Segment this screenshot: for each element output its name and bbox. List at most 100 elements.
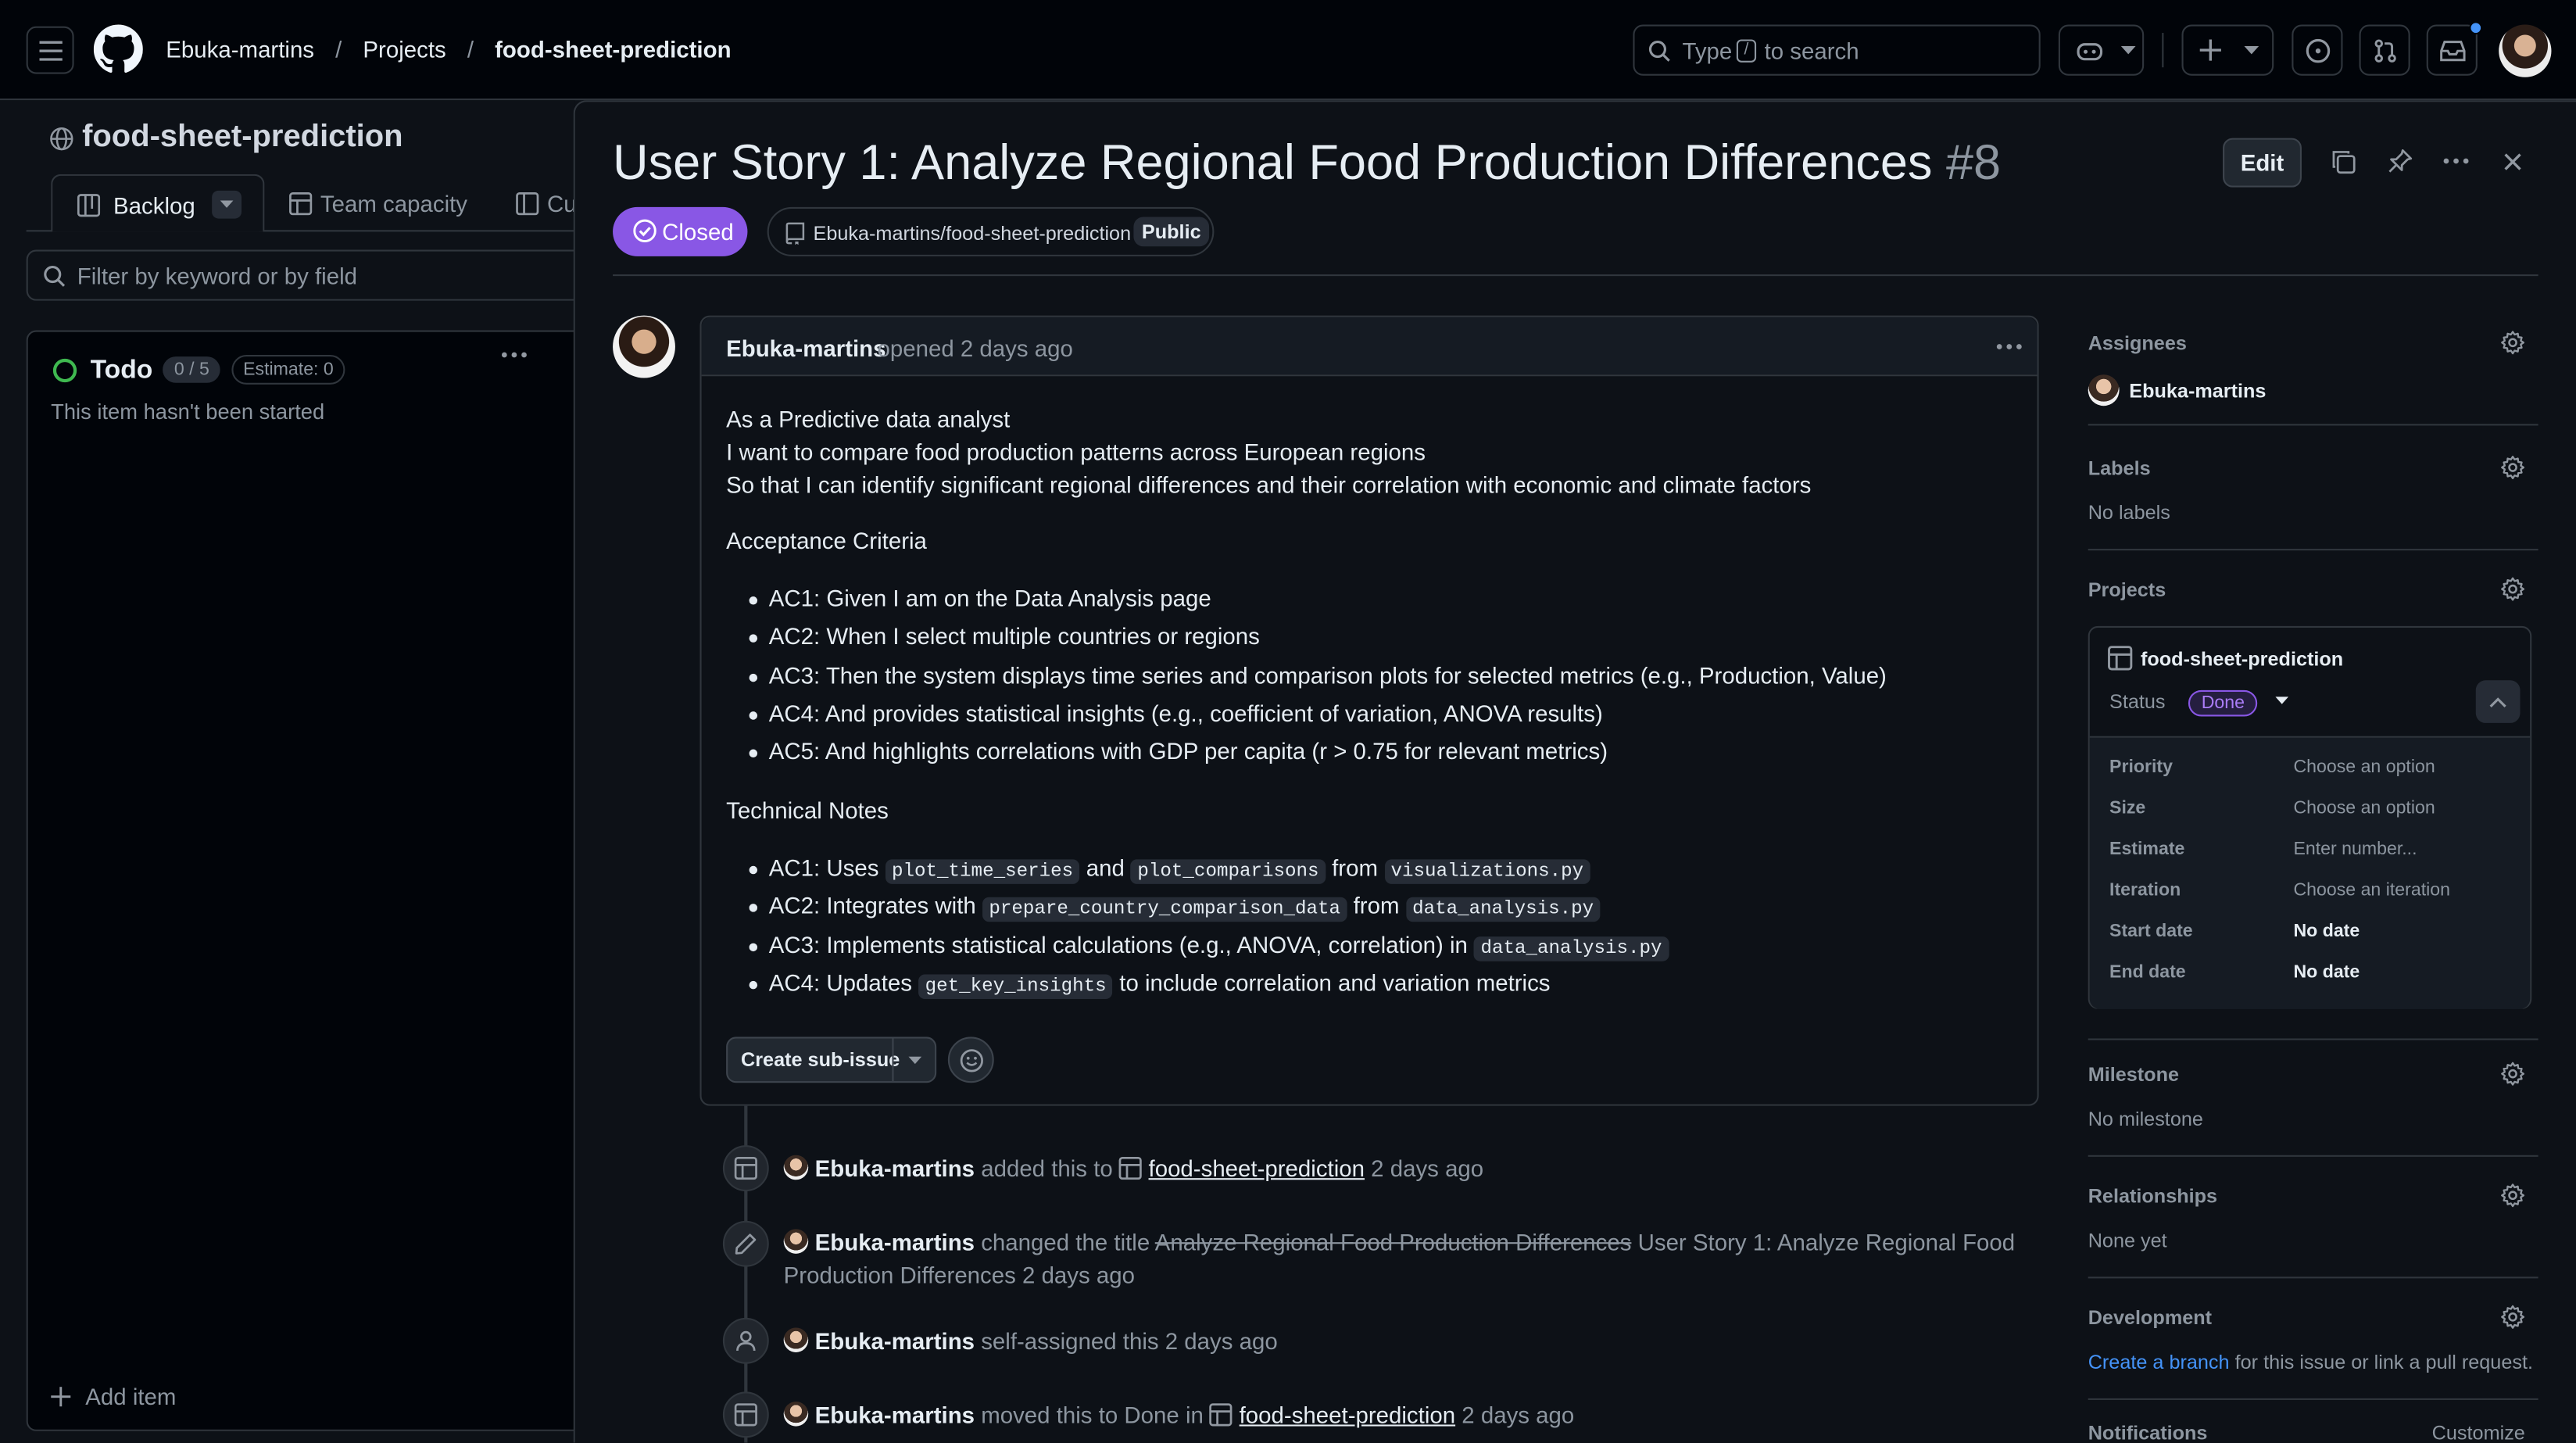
field-priority[interactable]: Priority Choose an option: [2109, 750, 2528, 791]
smiley-icon: [959, 1047, 984, 1072]
copy-icon[interactable]: [2331, 149, 2356, 174]
collapse-button[interactable]: [2475, 680, 2521, 723]
customize-link[interactable]: Customize: [2432, 1421, 2525, 1442]
project-card-name[interactable]: food-sheet-prediction: [2141, 647, 2343, 670]
comment-options-icon[interactable]: [1996, 343, 2023, 349]
event-user[interactable]: Ebuka-martins: [815, 1229, 975, 1255]
copilot-button[interactable]: [2058, 24, 2145, 76]
table-icon: [722, 1145, 769, 1191]
avatar[interactable]: [783, 1155, 809, 1180]
list-item: AC4: And provides statistical insights (…: [726, 695, 1887, 733]
issues-button[interactable]: [2292, 24, 2343, 76]
comment-author[interactable]: Ebuka-martins: [726, 335, 886, 362]
issue-title-text: User Story 1: Analyze Regional Food Prod…: [613, 136, 1933, 191]
tab-cu[interactable]: Cu: [516, 191, 575, 217]
list-item: AC5: And highlights correlations with GD…: [726, 733, 1887, 772]
project-link[interactable]: food-sheet-prediction: [1240, 1402, 1455, 1428]
column-options-button[interactable]: [501, 352, 537, 381]
globe-icon: [49, 127, 74, 152]
breadcrumb-repo[interactable]: food-sheet-prediction: [495, 36, 731, 63]
section-heading: Notifications: [2088, 1421, 2208, 1443]
avatar[interactable]: [783, 1229, 809, 1254]
create-sub-issue-label: Create sub-issue: [741, 1048, 900, 1072]
list-item: AC1: Uses plot_time_series and plot_comp…: [726, 850, 1669, 888]
add-item-label: Add item: [85, 1383, 177, 1410]
gear-icon[interactable]: [2500, 455, 2525, 480]
section-value: None yet: [2088, 1229, 2167, 1252]
chevron-down-icon: [2274, 696, 2288, 705]
filter-input[interactable]: Filter by keyword or by field: [26, 249, 593, 301]
notification-dot: [2469, 21, 2483, 35]
inbox-button[interactable]: [2426, 24, 2478, 76]
search-input[interactable]: Type / to search: [1633, 24, 2041, 76]
search-icon: [43, 264, 66, 287]
gear-icon[interactable]: [2500, 577, 2525, 602]
tab-backlog[interactable]: Backlog: [51, 174, 265, 232]
close-icon[interactable]: [2504, 152, 2522, 170]
gear-icon[interactable]: [2500, 331, 2525, 356]
field-size[interactable]: Size Choose an option: [2109, 790, 2528, 832]
closed-state-badge: Closed: [613, 206, 748, 256]
event-user[interactable]: Ebuka-martins: [815, 1155, 975, 1182]
project-link[interactable]: food-sheet-prediction: [1149, 1155, 1365, 1182]
notifications-section: Notifications Customize: [2088, 1418, 2538, 1443]
git-pull-request-icon: [2371, 37, 2398, 63]
tab-options-button[interactable]: [212, 190, 242, 219]
new-title: Production Differences: [783, 1262, 1016, 1288]
edit-button[interactable]: Edit: [2223, 138, 2302, 188]
project-card: food-sheet-prediction Status Done Priori…: [2088, 625, 2532, 1009]
repo-reference[interactable]: Ebuka-martins/food-sheet-prediction Publ…: [767, 206, 1215, 256]
create-new-button[interactable]: [2181, 24, 2274, 76]
project-card-header: food-sheet-prediction Status Done: [2089, 628, 2531, 738]
author-avatar[interactable]: [613, 315, 675, 378]
event-user[interactable]: Ebuka-martins: [815, 1327, 975, 1354]
tab-team-capacity[interactable]: Team capacity: [289, 191, 467, 217]
pin-icon[interactable]: [2387, 148, 2413, 174]
assignee[interactable]: Ebuka-martins: [2088, 374, 2266, 406]
project-fields: Priority Choose an option Size Choose an o…: [2089, 737, 2531, 1009]
search-suffix: to search: [1764, 38, 1859, 64]
pull-requests-button[interactable]: [2359, 24, 2410, 76]
field-start-date[interactable]: Start date No date: [2109, 914, 2528, 955]
create-branch-link[interactable]: Create a branch: [2088, 1351, 2230, 1373]
section-heading: Labels: [2088, 457, 2151, 480]
breadcrumb-projects[interactable]: Projects: [363, 36, 445, 63]
comment-header: Ebuka-martins opened 2 days ago: [701, 317, 2038, 377]
gear-icon[interactable]: [2500, 1305, 2525, 1330]
section-value: Create a branch for this issue or link a…: [2088, 1350, 2533, 1374]
add-reaction-button[interactable]: [947, 1037, 994, 1083]
kebab-horizontal-icon[interactable]: [2443, 158, 2470, 164]
gear-icon[interactable]: [2500, 1062, 2525, 1087]
avatar: [2088, 374, 2120, 406]
avatar[interactable]: [783, 1402, 809, 1427]
projects-section: Projects food-sheet-prediction Status Do…: [2088, 568, 2538, 1040]
section-heading: Relationships: [2088, 1184, 2218, 1208]
status-select[interactable]: Done: [2188, 687, 2288, 717]
field-end-date[interactable]: End date No date: [2109, 954, 2528, 996]
column-empty-text: This item hasn't been started: [51, 399, 325, 424]
section-value: No milestone: [2088, 1107, 2203, 1131]
code-snippet: data_analysis.py: [1474, 936, 1669, 961]
github-logo-icon[interactable]: [93, 24, 143, 74]
create-sub-issue-button[interactable]: Create sub-issue: [726, 1037, 937, 1083]
tech-list: AC1: Uses plot_time_series and plot_comp…: [726, 850, 1669, 1003]
timeline-event-moved: Ebuka-martins moved this to Done in food…: [722, 1391, 2005, 1438]
menu-button[interactable]: [26, 26, 74, 74]
chevron-down-icon[interactable]: [908, 1056, 922, 1065]
tab-label: Team capacity: [320, 190, 467, 217]
add-item-button[interactable]: Add item: [51, 1384, 176, 1410]
development-section: Development Create a branch for this iss…: [2088, 1297, 2538, 1400]
list-item: AC3: Implements statistical calculations…: [726, 926, 1669, 965]
avatar[interactable]: [783, 1327, 809, 1352]
field-iteration[interactable]: Iteration Choose an iteration: [2109, 872, 2528, 914]
gear-icon[interactable]: [2500, 1183, 2525, 1208]
table-icon: [2108, 646, 2133, 671]
chevron-down-icon: [2120, 45, 2136, 56]
event-user[interactable]: Ebuka-martins: [815, 1402, 975, 1428]
field-estimate[interactable]: Estimate Enter number...: [2109, 832, 2528, 873]
split-divider: [892, 1038, 894, 1082]
breadcrumb-separator: /: [335, 36, 342, 63]
code-snippet: prepare_country_comparison_data: [982, 897, 1347, 922]
breadcrumb-owner[interactable]: Ebuka-martins: [166, 36, 314, 63]
user-avatar[interactable]: [2499, 24, 2552, 77]
